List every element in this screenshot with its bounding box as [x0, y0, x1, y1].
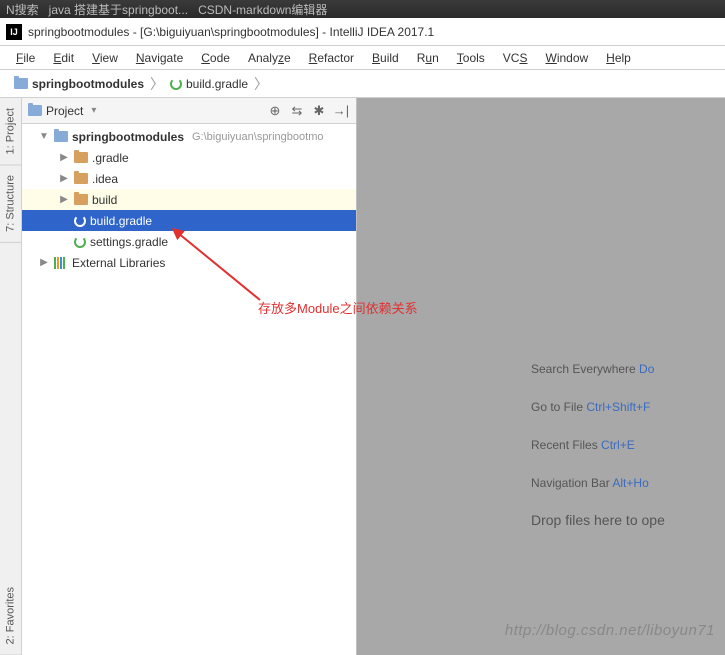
chevron-down-icon: ▾	[91, 105, 96, 116]
settings-button[interactable]: ✱	[310, 102, 328, 120]
window-title: springbootmodules - [G:\biguiyuan\spring…	[28, 25, 434, 39]
panel-title[interactable]: Project ▾	[28, 104, 262, 118]
project-tool-window: Project ▾ ⊕ ⇆ ✱ →| ▼ springbootmodules G…	[22, 98, 357, 655]
shortcut: Do	[639, 362, 654, 376]
tree-label: settings.gradle	[90, 235, 168, 249]
hint-recent: Recent Files Ctrl+E	[531, 436, 665, 452]
taskbar-item: java 搭建基于springboot...	[49, 1, 188, 18]
tree-item-settings-gradle[interactable]: settings.gradle	[22, 231, 356, 252]
breadcrumb-label: springbootmodules	[32, 77, 144, 91]
tree-path: G:\biguiyuan\springbootmo	[192, 131, 323, 143]
tree-label: build.gradle	[90, 214, 152, 228]
menu-refactor[interactable]: Refactor	[301, 49, 362, 67]
gutter-tab-project[interactable]: 1: Project	[0, 98, 21, 165]
menu-vcs[interactable]: VCS	[495, 49, 536, 67]
taskbar-item: N搜索	[6, 1, 39, 18]
shortcut: Ctrl+Shift+F	[586, 400, 650, 414]
shortcut: Alt+Ho	[612, 476, 648, 490]
tree-label: .gradle	[92, 151, 129, 165]
hint-search: Search Everywhere Do	[531, 360, 665, 376]
menu-analyze[interactable]: Analyze	[240, 49, 299, 67]
chevron-right-icon[interactable]: ▶	[58, 194, 70, 205]
menu-help[interactable]: Help	[598, 49, 639, 67]
chevron-right-icon[interactable]: ▶	[58, 152, 70, 163]
menu-bar: File Edit View Navigate Code Analyze Ref…	[0, 46, 725, 70]
breadcrumb-file[interactable]: build.gradle	[166, 77, 252, 91]
hide-button[interactable]: →|	[332, 102, 350, 120]
tree-label: build	[92, 193, 117, 207]
breadcrumb: springbootmodules 〉 build.gradle 〉	[0, 70, 725, 98]
menu-file[interactable]: File	[8, 49, 43, 67]
gradle-icon	[170, 78, 182, 90]
tree-item-build-gradle[interactable]: build.gradle	[22, 210, 356, 231]
watermark: http://blog.csdn.net/liboyun71	[505, 622, 715, 639]
menu-build[interactable]: Build	[364, 49, 407, 67]
breadcrumb-project[interactable]: springbootmodules	[10, 77, 148, 91]
tree-label: External Libraries	[72, 256, 165, 270]
folder-icon	[28, 105, 42, 116]
tree-item-external-libs[interactable]: ▶ External Libraries	[22, 252, 356, 273]
breadcrumb-label: build.gradle	[186, 77, 248, 91]
gradle-icon	[74, 215, 86, 227]
scroll-to-source-button[interactable]: ⊕	[266, 102, 284, 120]
tree-item-build-dir[interactable]: ▶ build	[22, 189, 356, 210]
menu-code[interactable]: Code	[193, 49, 238, 67]
tree-item-idea-dir[interactable]: ▶ .idea	[22, 168, 356, 189]
folder-icon	[14, 78, 28, 89]
menu-tools[interactable]: Tools	[449, 49, 493, 67]
project-panel-header: Project ▾ ⊕ ⇆ ✱ →|	[22, 98, 356, 124]
os-taskbar: N搜索 java 搭建基于springboot... CSDN-markdown…	[0, 0, 725, 18]
chevron-right-icon: 〉	[252, 74, 270, 94]
chevron-right-icon: 〉	[148, 74, 166, 94]
panel-title-label: Project	[46, 104, 83, 118]
gutter-tab-favorites[interactable]: 2: Favorites	[0, 577, 21, 655]
left-tool-gutter: 1: Project 7: Structure 2: Favorites	[0, 98, 22, 655]
libraries-icon	[54, 257, 68, 269]
tree-root[interactable]: ▼ springbootmodules G:\biguiyuan\springb…	[22, 126, 356, 147]
taskbar-item: CSDN-markdown编辑器	[198, 1, 327, 18]
shortcut: Ctrl+E	[601, 438, 635, 452]
tree-item-gradle-dir[interactable]: ▶ .gradle	[22, 147, 356, 168]
project-tree: ▼ springbootmodules G:\biguiyuan\springb…	[22, 124, 356, 655]
collapse-all-button[interactable]: ⇆	[288, 102, 306, 120]
hint-nav: Navigation Bar Alt+Ho	[531, 474, 665, 490]
gutter-tab-structure[interactable]: 7: Structure	[0, 165, 21, 243]
menu-navigate[interactable]: Navigate	[128, 49, 191, 67]
menu-run[interactable]: Run	[409, 49, 447, 67]
menu-view[interactable]: View	[84, 49, 126, 67]
module-icon	[54, 131, 68, 142]
menu-edit[interactable]: Edit	[45, 49, 82, 67]
folder-icon	[74, 152, 88, 163]
chevron-right-icon[interactable]: ▶	[58, 173, 70, 184]
app-icon: IJ	[6, 24, 22, 40]
folder-icon	[74, 173, 88, 184]
tree-label: .idea	[92, 172, 118, 186]
editor-empty-area: Search Everywhere Do Go to File Ctrl+Shi…	[357, 98, 725, 655]
chevron-right-icon[interactable]: ▶	[38, 257, 50, 268]
window-titlebar: IJ springbootmodules - [G:\biguiyuan\spr…	[0, 18, 725, 46]
folder-icon	[74, 194, 88, 205]
hint-goto: Go to File Ctrl+Shift+F	[531, 398, 665, 414]
chevron-down-icon[interactable]: ▼	[38, 131, 50, 142]
gradle-icon	[74, 236, 86, 248]
editor-hints: Search Everywhere Do Go to File Ctrl+Shi…	[531, 360, 665, 528]
tree-label: springbootmodules	[72, 130, 184, 144]
hint-drop: Drop files here to ope	[531, 512, 665, 528]
menu-window[interactable]: Window	[537, 49, 596, 67]
